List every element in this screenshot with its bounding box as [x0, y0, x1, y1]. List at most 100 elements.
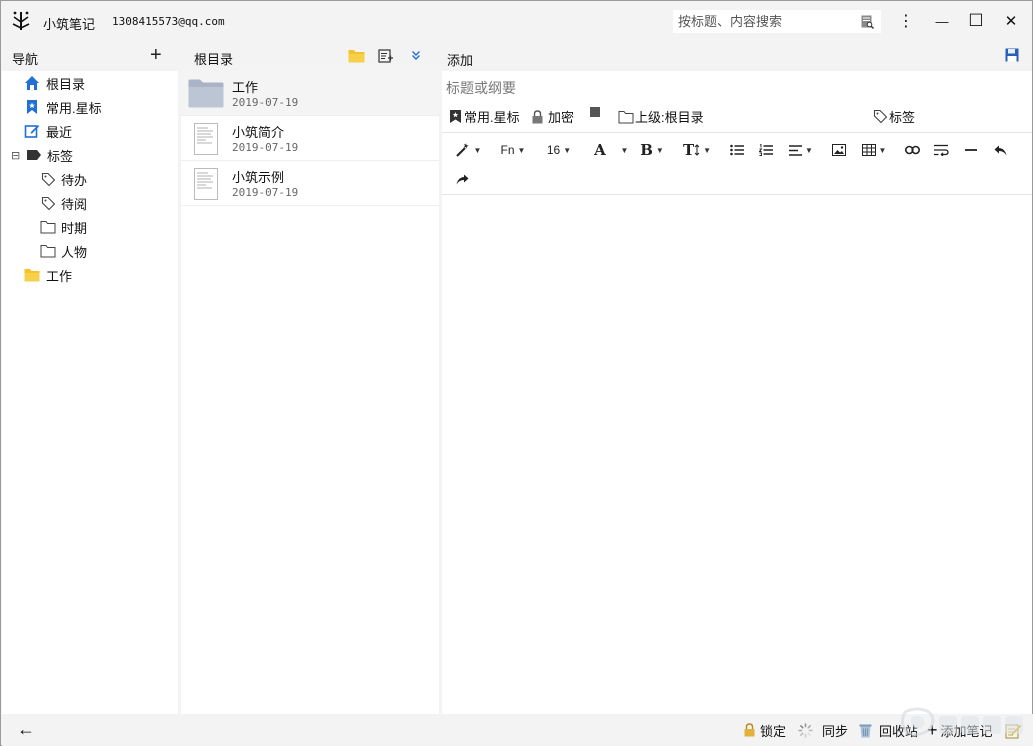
favorite-toggle[interactable]: 常用.星标	[449, 107, 520, 126]
new-note-icon[interactable]	[378, 49, 394, 63]
collapse-toggle-icon[interactable]: ⊟	[11, 149, 24, 162]
title-input[interactable]	[446, 77, 1006, 99]
image-icon	[832, 144, 846, 156]
nav-item-root[interactable]: 根目录	[24, 71, 85, 95]
nav-item-work[interactable]: 工作	[24, 263, 72, 287]
folder-outline-icon	[40, 245, 56, 258]
note-list-item[interactable]: 工作 2019-07-19	[181, 71, 439, 116]
note-date: 2019-07-19	[232, 141, 299, 154]
bold-button[interactable]: B ▼	[638, 140, 666, 160]
nav-item-label: 时期	[61, 220, 88, 236]
plus-icon: +	[927, 720, 938, 740]
chevrons-down-icon[interactable]	[411, 50, 421, 61]
font-family-dropdown[interactable]: Fn ▼	[499, 140, 527, 160]
numbered-list-icon	[759, 144, 773, 156]
encrypt-toggle[interactable]: 加密	[531, 107, 574, 126]
trash-icon	[859, 724, 872, 737]
quick-edit-button[interactable]	[1005, 721, 1022, 739]
home-icon	[25, 76, 39, 90]
nav-item-label: 最近	[46, 124, 73, 140]
nav-item-period[interactable]: 时期	[40, 215, 87, 239]
trash-label: 回收站	[879, 723, 919, 739]
navigation-panel: 导航 + 根目录 常用.星标 最近 ⊟ 标签 待办 待阅 时期 人物 工作	[2, 41, 178, 714]
horizontal-rule-button[interactable]	[963, 140, 979, 160]
bookmark-star-icon	[27, 100, 37, 114]
parent-folder-selector[interactable]: 上级:根目录	[618, 107, 704, 126]
color-swatch[interactable]	[590, 107, 600, 117]
nav-item-tags[interactable]: ⊟ 标签	[11, 143, 73, 167]
search-input[interactable]	[673, 10, 853, 33]
wrap-text-icon	[933, 144, 949, 156]
save-icon[interactable]	[1005, 48, 1019, 62]
tags-selector[interactable]: 标签	[873, 107, 915, 126]
tag-outline-icon	[41, 172, 56, 186]
bullet-list-icon	[730, 144, 744, 156]
align-dropdown[interactable]: ▼	[787, 140, 815, 160]
sync-label: 同步	[822, 723, 849, 739]
font-color-button[interactable]: A	[592, 140, 608, 160]
note-title: 小筑示例	[232, 170, 285, 185]
font-color-label: A	[594, 141, 606, 159]
bullet-list-button[interactable]	[729, 140, 745, 160]
horizontal-rule-icon	[965, 149, 977, 151]
word-wrap-button[interactable]	[933, 140, 949, 160]
more-menu-button[interactable]: ⋮	[895, 10, 917, 32]
editor-body[interactable]	[442, 196, 1032, 714]
note-date: 2019-07-19	[232, 186, 299, 199]
nav-item-favorites[interactable]: 常用.星标	[24, 95, 102, 119]
redo-button[interactable]	[454, 169, 470, 189]
search-icon[interactable]	[861, 15, 874, 29]
insert-link-button[interactable]	[904, 140, 920, 160]
font-color-dropdown[interactable]: ▼	[618, 140, 629, 160]
add-note-label: 添加笔记	[940, 723, 993, 739]
resize-vertical-icon	[694, 144, 700, 156]
nav-item-label: 标签	[47, 148, 74, 164]
lock-button[interactable]: 锁定	[743, 721, 786, 739]
add-note-button[interactable]: + 添加笔记	[927, 721, 993, 739]
nav-item-label: 待阅	[61, 196, 88, 212]
editor-header: 添加	[442, 41, 1032, 71]
table-icon	[861, 144, 876, 156]
insert-image-button[interactable]	[831, 140, 847, 160]
document-thumbnail-icon	[194, 168, 218, 200]
nav-item-toread[interactable]: 待阅	[41, 191, 87, 215]
folder-outline-icon	[618, 110, 634, 123]
note-date: 2019-07-19	[232, 96, 299, 109]
nav-item-recent[interactable]: 最近	[24, 119, 72, 143]
status-bar: ← 锁定 同步 回收站 + 添加笔记	[2, 714, 1033, 746]
nav-item-label: 根目录	[46, 76, 86, 92]
back-button[interactable]: ←	[17, 719, 35, 739]
nav-item-todo[interactable]: 待办	[41, 167, 87, 191]
folder-gray-icon	[188, 79, 224, 108]
folder-outline-icon	[40, 221, 56, 234]
note-title: 工作	[232, 80, 259, 95]
link-icon	[904, 145, 920, 155]
lock-icon	[744, 723, 755, 737]
trash-button[interactable]: 回收站	[859, 721, 918, 739]
caret-down-icon: ▼	[563, 145, 572, 155]
maximize-button[interactable]: ☐	[965, 10, 987, 32]
close-button[interactable]: ✕	[1000, 10, 1022, 32]
magic-format-button[interactable]: ▼	[454, 140, 482, 160]
numbered-list-button[interactable]	[758, 140, 774, 160]
note-list-item[interactable]: 小筑简介 2019-07-19	[181, 116, 439, 161]
font-size-dropdown[interactable]: 16 ▼	[545, 140, 573, 160]
nav-item-label: 工作	[46, 268, 73, 284]
color-square-icon	[590, 107, 600, 117]
nav-item-label: 常用.星标	[46, 100, 102, 116]
caret-down-icon: ▼	[655, 145, 664, 155]
insert-table-dropdown[interactable]: ▼	[860, 140, 888, 160]
minimize-button[interactable]: —	[931, 10, 953, 32]
note-list-title: 根目录	[194, 52, 234, 67]
sync-button[interactable]: 同步	[798, 721, 848, 739]
undo-button[interactable]	[992, 140, 1008, 160]
note-title: 小筑简介	[232, 125, 285, 140]
note-list-item[interactable]: 小筑示例 2019-07-19	[181, 161, 439, 206]
add-category-button[interactable]: +	[150, 44, 162, 66]
text-size-button[interactable]: T ▼	[682, 140, 712, 160]
nav-item-people[interactable]: 人物	[40, 239, 87, 263]
app-window: 小筑笔记 1308415573@qq.com ⋮ — ☐ ✕ 导航 + 根目录	[0, 0, 1033, 746]
new-folder-icon[interactable]	[348, 49, 365, 63]
document-thumbnail-icon	[194, 123, 218, 155]
app-name: 小筑笔记	[43, 17, 96, 32]
